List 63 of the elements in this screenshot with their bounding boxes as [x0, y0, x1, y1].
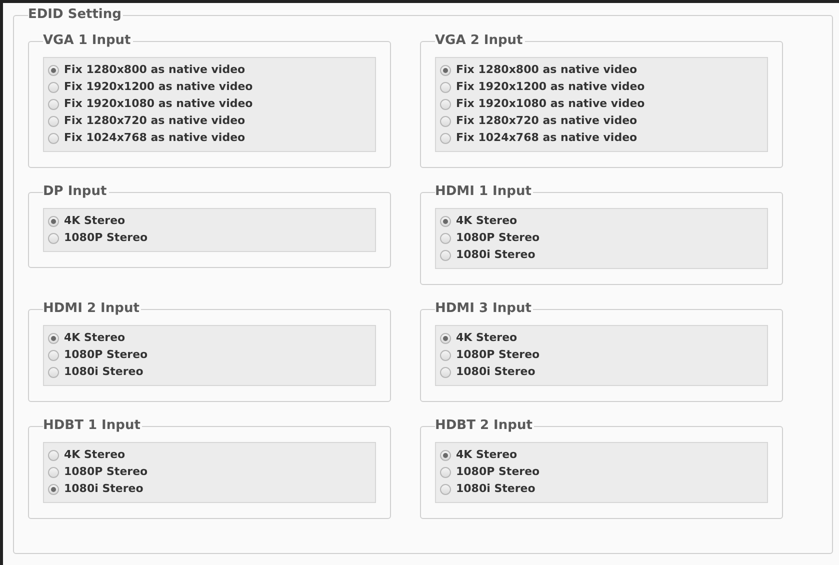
option-label: Fix 1920x1080 as native video	[456, 96, 645, 112]
radio-button[interactable]	[440, 116, 451, 127]
option-label: Fix 1920x1080 as native video	[64, 96, 253, 112]
option-label: 1080i Stereo	[64, 364, 144, 380]
radio-button[interactable]	[48, 65, 59, 76]
radio-button[interactable]	[440, 133, 451, 144]
option-label: 1080P Stereo	[456, 347, 540, 364]
option-label: Fix 1024x768 as native video	[64, 130, 246, 146]
option-label: Fix 1280x800 as native video	[64, 62, 246, 78]
radio-button[interactable]	[440, 450, 451, 461]
option-label: 1080P Stereo	[456, 230, 540, 246]
group-title: HDBT 2 Input	[435, 418, 534, 434]
radio-button[interactable]	[48, 133, 59, 144]
option-label: 4K Stereo	[64, 213, 126, 230]
option-label: 1080P Stereo	[64, 347, 148, 364]
radio-button[interactable]	[440, 333, 451, 344]
radio-button[interactable]	[440, 350, 451, 361]
radio-button[interactable]	[440, 233, 451, 244]
radio-button[interactable]	[48, 116, 59, 127]
group-title: HDMI 1 Input	[435, 184, 532, 200]
option-label: 1080i Stereo	[456, 481, 536, 498]
option-label: 1080i Stereo	[64, 481, 144, 498]
option-label: 1080i Stereo	[456, 247, 536, 264]
radio-button[interactable]	[48, 82, 59, 93]
radio-button[interactable]	[48, 216, 59, 227]
group-title: HDBT 1 Input	[43, 418, 142, 434]
radio-button[interactable]	[48, 333, 59, 344]
option-label: 4K Stereo	[64, 330, 126, 346]
radio-button[interactable]	[48, 467, 59, 478]
radio-button[interactable]	[440, 367, 451, 378]
radio-button[interactable]	[440, 467, 451, 478]
radio-button[interactable]	[440, 82, 451, 93]
panel-title: EDID Setting	[28, 7, 122, 23]
option-label: Fix 1920x1200 as native video	[64, 79, 253, 96]
option-label: 1080i Stereo	[456, 364, 536, 380]
group-title: HDMI 3 Input	[435, 301, 532, 317]
option-label: 4K Stereo	[456, 447, 518, 464]
group-title: VGA 1 Input	[43, 33, 132, 49]
option-label: 1080P Stereo	[64, 464, 148, 480]
radio-button[interactable]	[440, 484, 451, 495]
radio-button[interactable]	[48, 99, 59, 110]
option-label: 1080P Stereo	[64, 230, 148, 246]
option-label: 1080P Stereo	[456, 464, 540, 480]
group-title: HDMI 2 Input	[43, 301, 140, 317]
group-title: DP Input	[43, 184, 108, 200]
radio-button[interactable]	[440, 99, 451, 110]
radio-button[interactable]	[48, 484, 59, 495]
option-label: 4K Stereo	[456, 330, 518, 346]
radio-button[interactable]	[440, 250, 451, 261]
option-label: Fix 1280x720 as native video	[64, 113, 246, 130]
option-label: 4K Stereo	[64, 447, 126, 464]
group-title: VGA 2 Input	[435, 33, 524, 49]
radio-button[interactable]	[48, 350, 59, 361]
radio-button[interactable]	[48, 450, 59, 461]
option-label: Fix 1024x768 as native video	[456, 130, 638, 146]
option-label: Fix 1920x1200 as native video	[456, 79, 645, 96]
option-label: 4K Stereo	[456, 213, 518, 230]
option-label: Fix 1280x720 as native video	[456, 113, 638, 130]
radio-button[interactable]	[440, 65, 451, 76]
radio-button[interactable]	[48, 367, 59, 378]
option-label: Fix 1280x800 as native video	[456, 62, 638, 78]
radio-button[interactable]	[48, 233, 59, 244]
radio-button[interactable]	[440, 216, 451, 227]
